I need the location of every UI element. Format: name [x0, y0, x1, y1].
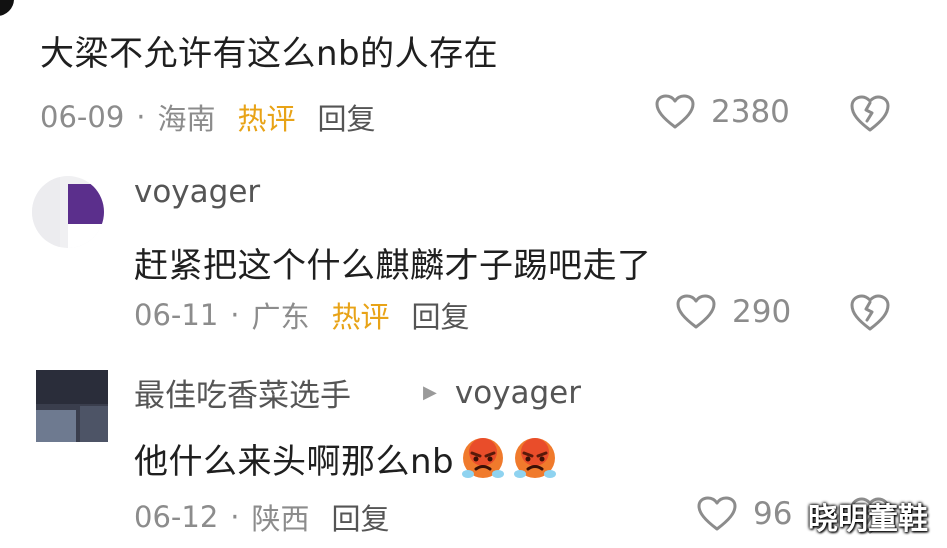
reply-text-row: 他什么来头啊那么nb	[134, 434, 558, 483]
heart-outline-icon	[676, 294, 716, 329]
reply-button[interactable]: 回复	[318, 96, 376, 138]
top-avatar-partial[interactable]	[0, 0, 14, 16]
broken-heart-icon	[850, 95, 890, 132]
reply-location: 广东	[251, 300, 310, 334]
dislike-button[interactable]	[850, 94, 890, 138]
angry-emoji-icon	[514, 437, 557, 478]
comment-date: 06-09	[40, 100, 125, 134]
hot-comment-badge: 热评	[331, 300, 390, 334]
reply-meta: 06-12 · 陕西 回复	[134, 496, 390, 538]
reply-button[interactable]: 回复	[332, 496, 390, 538]
avatar-image	[36, 370, 108, 442]
avatar[interactable]	[32, 176, 104, 248]
reply-username[interactable]: 最佳吃香菜选手	[134, 370, 351, 415]
comment-text: 大梁不允许有这么nb的人存在	[40, 34, 499, 74]
like-count: 2380	[711, 94, 790, 130]
reply-button[interactable]: 回复	[412, 294, 470, 336]
like-count: 96	[753, 496, 793, 532]
reply-date: 06-11	[134, 298, 219, 332]
like-button[interactable]: 2380	[655, 94, 790, 130]
meta-separator: ·	[136, 100, 146, 134]
reply-username[interactable]: voyager	[134, 174, 260, 210]
reply-meta: 06-11 · 广东 热评 回复	[134, 294, 470, 336]
meta-separator: ·	[230, 500, 240, 534]
like-button[interactable]: 290	[676, 294, 791, 330]
comment-meta: 06-09 · 海南 热评 回复	[40, 96, 376, 138]
meta-separator: ·	[230, 298, 240, 332]
reply-date: 06-12	[134, 500, 219, 534]
reply-location: 陕西	[251, 502, 310, 536]
reply-header: 最佳吃香菜选手 ▶ voyager	[134, 370, 581, 415]
reply-text: 他什么来头啊那么nb	[134, 442, 455, 482]
reply-text: 赶紧把这个什么麒麟才子踢吧走了	[134, 246, 652, 286]
reply-to-arrow-icon: ▶	[423, 382, 437, 403]
avatar[interactable]	[36, 370, 108, 442]
like-button[interactable]: 96	[697, 496, 792, 532]
dislike-button[interactable]	[850, 293, 890, 337]
like-count: 290	[732, 294, 792, 330]
broken-heart-icon	[850, 294, 890, 331]
hot-comment-badge: 热评	[237, 102, 296, 136]
heart-outline-icon	[655, 94, 695, 129]
reply-to-username[interactable]: voyager	[455, 375, 581, 411]
comment-location: 海南	[157, 102, 216, 136]
avatar-image	[32, 176, 104, 248]
watermark: 晓明董鞋	[808, 502, 928, 537]
heart-outline-icon	[697, 496, 737, 531]
angry-emoji-icon	[462, 437, 505, 478]
